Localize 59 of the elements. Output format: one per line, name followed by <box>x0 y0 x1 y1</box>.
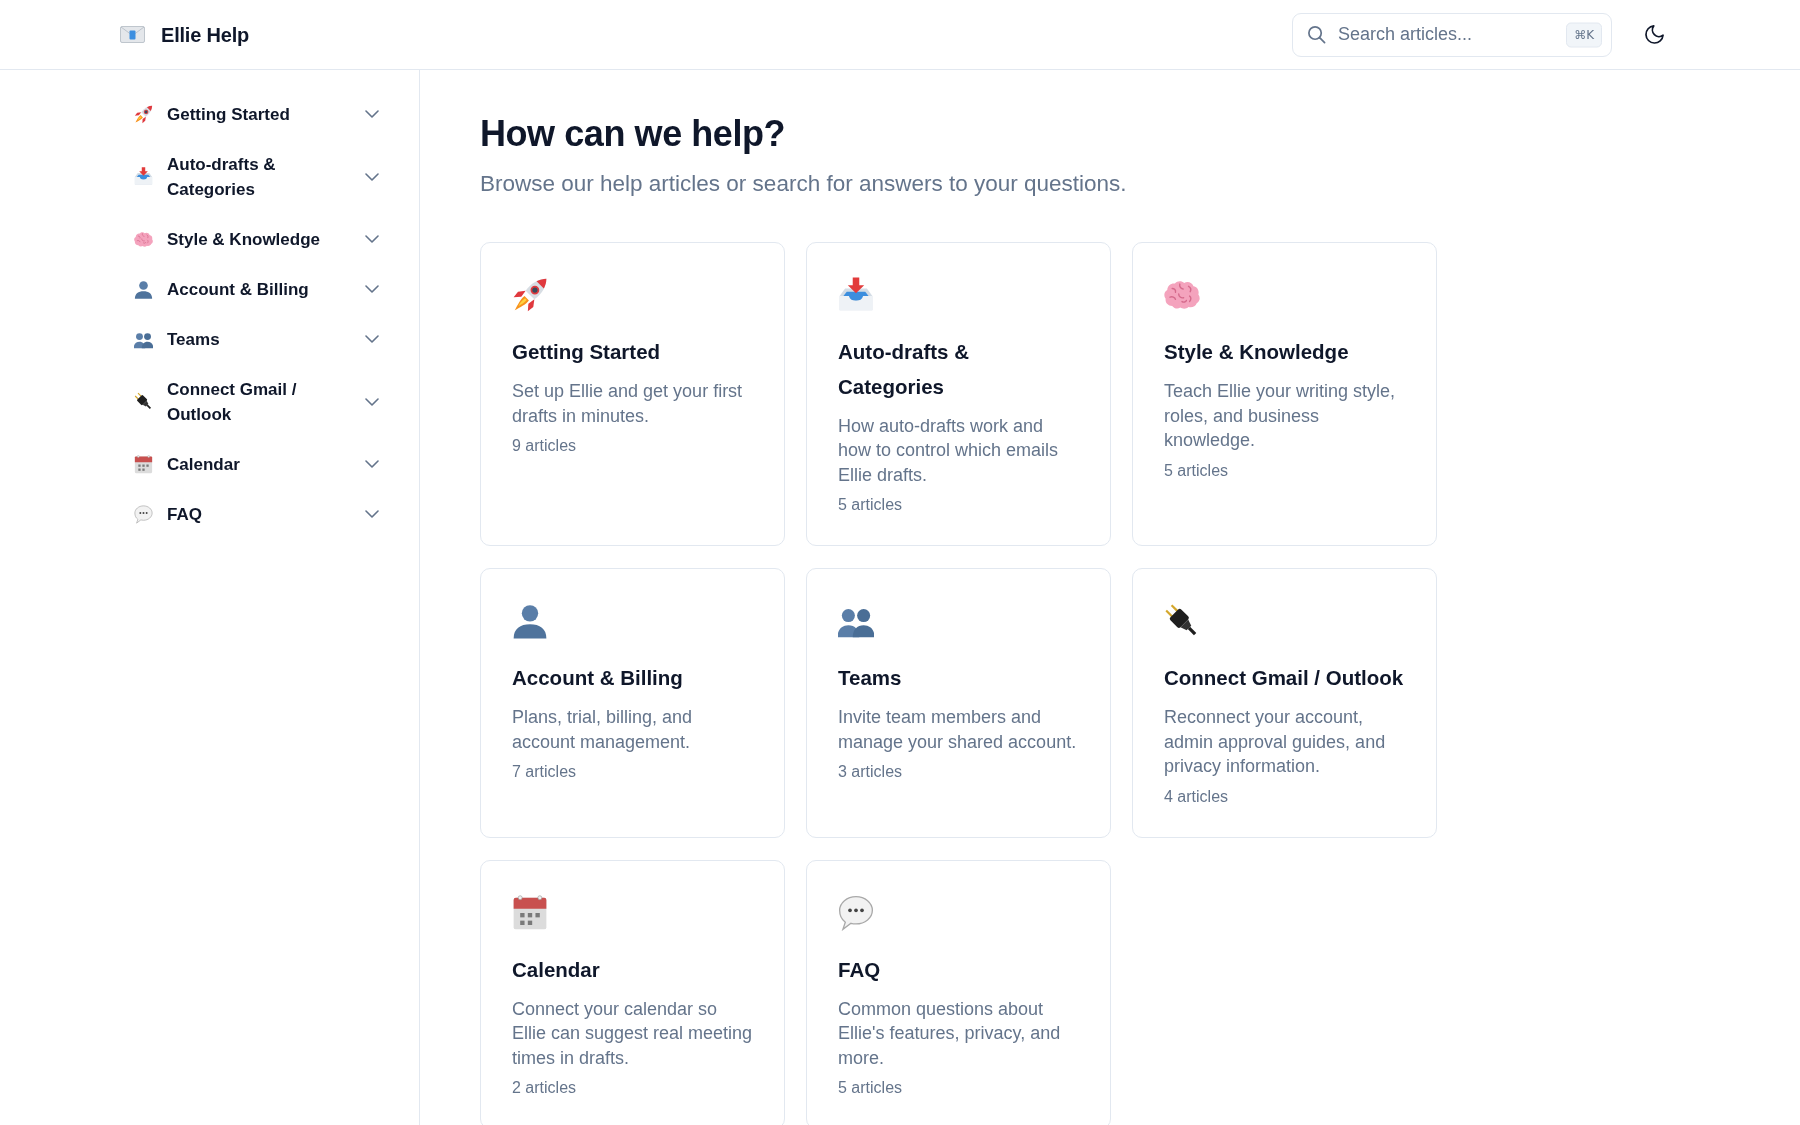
article-count: 4 articles <box>1164 786 1230 807</box>
brand-name: Ellie Help <box>161 22 250 48</box>
inbox-tray-icon <box>134 167 153 186</box>
category-card[interactable]: Style & Knowledge Teach Ellie your writing style, roles, and business knowledge. 5 articles <box>1132 242 1437 546</box>
category-title: Style & Knowledge <box>1164 339 1350 365</box>
sidebar-item[interactable]: Auto-drafts & Categories <box>122 139 391 214</box>
shortcut-hint: ⌘K <box>1566 22 1602 47</box>
search-icon <box>1307 25 1326 44</box>
category-description: Set up Ellie and get your first drafts in minutes. <box>512 380 744 428</box>
sidebar-item[interactable]: Teams <box>122 314 391 364</box>
category-title: Connect Gmail / Outlook <box>1164 665 1405 691</box>
category-description: Reconnect your account, admin approval guides, and privacy information. <box>1164 706 1387 778</box>
sidebar-item[interactable]: Style & Knowledge <box>122 214 391 264</box>
category-title: Getting Started <box>512 339 662 365</box>
moon-icon <box>1644 25 1664 44</box>
speech-bubble-icon <box>134 504 153 524</box>
article-count: 5 articles <box>1164 460 1230 481</box>
calendar-icon <box>134 454 153 474</box>
category-title: Teams <box>838 665 903 691</box>
article-count: 7 articles <box>512 762 578 782</box>
category-card[interactable]: FAQ Common questions about Ellie's features, privacy, and more. 5 articles <box>806 859 1111 1125</box>
category-title: Account & Billing <box>512 665 684 691</box>
category-card[interactable]: Connect Gmail / Outlook Reconnect your account, admin approval guides, and privacy information. 4 articles <box>1132 568 1437 838</box>
category-description: Invite team members and manage your shared account. <box>838 706 1078 754</box>
person-icon <box>512 603 548 639</box>
page-subtitle: Browse our help articles or search for answers to your questions. <box>480 170 1128 198</box>
sidebar-item[interactable]: Connect Gmail / Outlook <box>122 364 391 439</box>
article-count: 2 articles <box>512 1078 578 1098</box>
speech-bubble-icon <box>838 894 874 931</box>
sidebar-item[interactable]: FAQ <box>122 489 391 539</box>
person-icon <box>134 279 153 299</box>
category-title: Auto-drafts & Categories <box>838 339 970 400</box>
category-card[interactable]: Calendar Connect your calendar so Ellie can suggest real meeting times in drafts. 2 articles <box>480 859 785 1125</box>
category-card[interactable]: Teams Invite team members and manage your shared account. 3 articles <box>806 568 1111 838</box>
brain-icon <box>134 229 153 249</box>
plug-icon <box>134 392 153 411</box>
calendar-icon <box>512 894 548 931</box>
page-title: How can we help? <box>480 112 787 155</box>
category-card[interactable]: Account & Billing Plans, trial, billing, and account management. 7 articles <box>480 568 785 838</box>
rocket-icon <box>512 277 548 313</box>
category-description: Teach Ellie your writing style, roles, and business knowledge. <box>1164 380 1397 452</box>
category-card[interactable]: Auto-drafts & Categories How auto-drafts work and how to control which emails Ellie drafts. 5 articles <box>806 242 1111 546</box>
category-description: Plans, trial, billing, and account management. <box>512 706 694 754</box>
category-description: Common questions about Ellie's features, privacy, and more. <box>838 997 1062 1070</box>
rocket-icon <box>134 104 153 124</box>
category-card[interactable]: Getting Started Set up Ellie and get your first drafts in minutes. 9 articles <box>480 242 785 546</box>
category-description: Connect your calendar so Ellie can suggest real meeting times in drafts. <box>512 997 753 1070</box>
sidebar-item[interactable]: Account & Billing <box>122 264 391 314</box>
article-count: 3 articles <box>838 762 904 782</box>
sidebar-item[interactable]: Getting Started <box>122 89 391 139</box>
article-count: 9 articles <box>512 436 578 456</box>
envelope-icon <box>120 26 145 43</box>
article-count: 5 articles <box>838 495 904 515</box>
category-description: How auto-drafts work and how to control which emails Ellie drafts. <box>838 414 1060 487</box>
inbox-tray-icon <box>838 277 874 313</box>
article-count: 5 articles <box>838 1078 904 1098</box>
sidebar-item[interactable]: Calendar <box>122 439 391 489</box>
category-title: Calendar <box>512 956 601 983</box>
category-title: FAQ <box>838 956 882 983</box>
